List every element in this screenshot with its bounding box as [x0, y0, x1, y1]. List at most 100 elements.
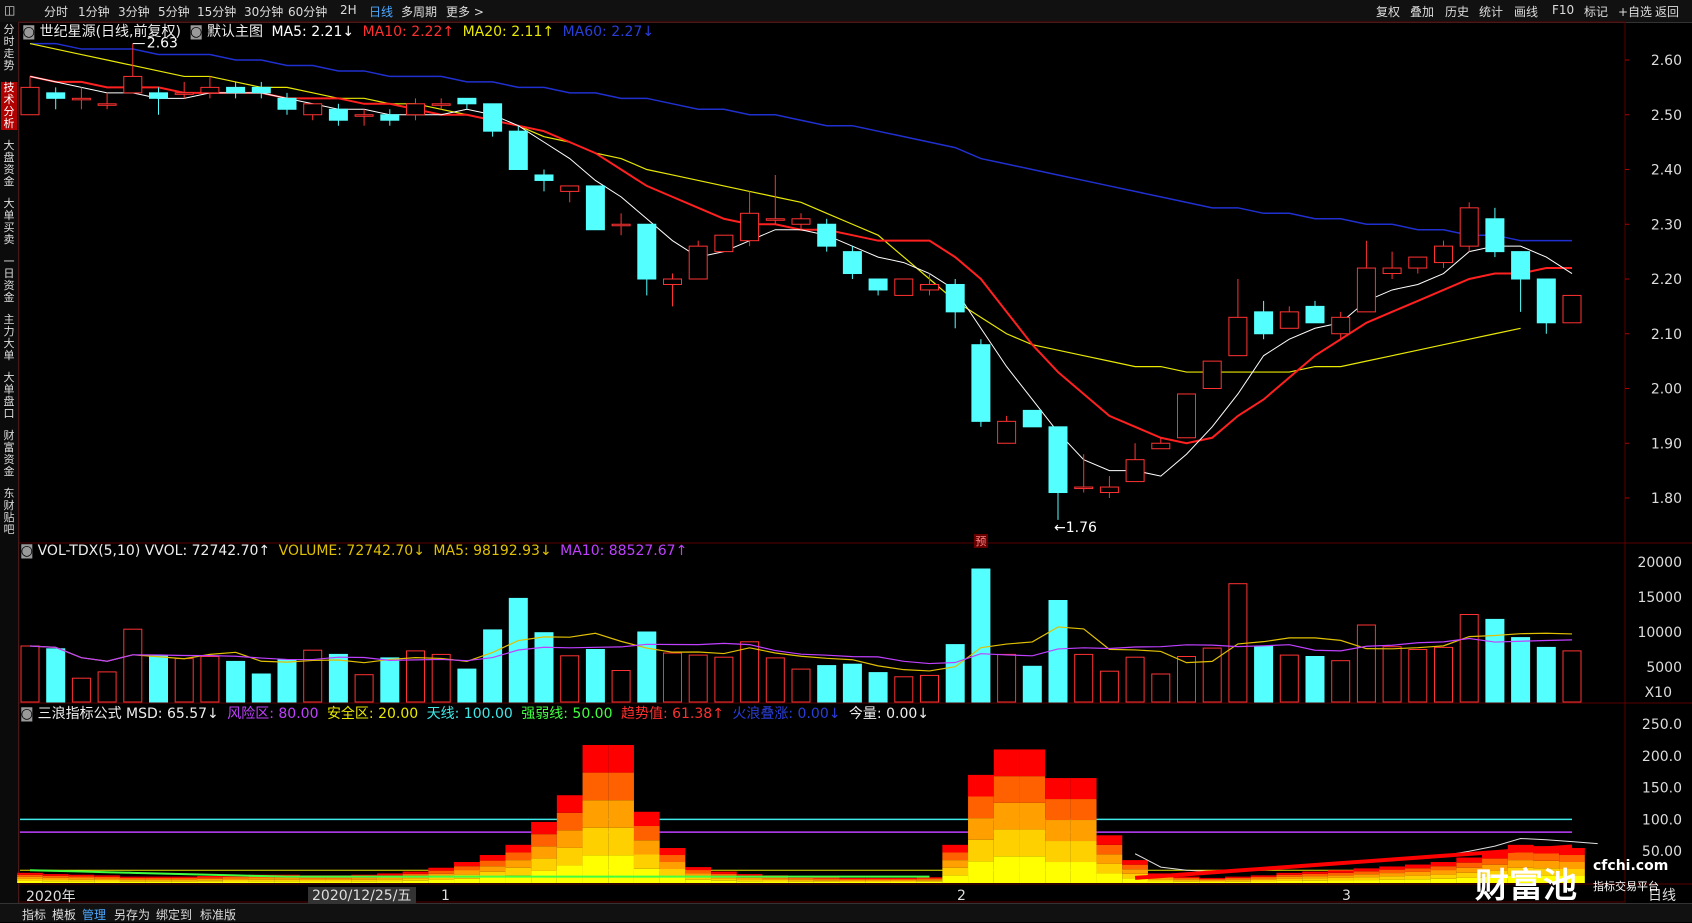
stock-name: 世纪星源(日线,前复权): [39, 24, 181, 40]
msd-bar-segment: [1147, 879, 1174, 882]
candle-up: [71, 97, 91, 101]
msd-bar-segment: [788, 879, 814, 881]
low-price-label: ←1.76: [1054, 520, 1097, 536]
msd-bar-segment: [402, 871, 429, 874]
legend-dot-icon[interactable]: ◙: [189, 24, 203, 40]
msd-bar-segment: [1404, 871, 1431, 876]
bottom-tab[interactable]: 标准版: [200, 906, 236, 923]
msd-bar-segment: [1225, 877, 1251, 880]
msd-bar-segment: [274, 881, 300, 883]
volume-bar-up: [1279, 654, 1299, 703]
volume-bar-up: [740, 641, 760, 703]
indicator-legend: ◙ 三浪指标公式 MSD: 65.57↓ 风险区: 80.00 安全区: 20.0…: [20, 703, 933, 723]
msd-bar-segment: [1276, 872, 1303, 875]
msd-bar-segment: [1225, 880, 1251, 882]
candle-up: [1074, 486, 1094, 490]
ma60-value: MA60: 2.27↓: [562, 24, 655, 40]
legend-dot-icon[interactable]: ◙: [20, 706, 34, 722]
candle-down: [46, 92, 66, 99]
msd-bar-segment: [685, 867, 712, 871]
ind-tick-label: 200.0: [1642, 749, 1682, 765]
msd-bar-segment: [788, 877, 814, 880]
msd-bar-segment: [1250, 879, 1277, 882]
candle-up: [1151, 442, 1171, 450]
candle-down: [1305, 305, 1325, 324]
msd-bar-segment: [890, 880, 917, 882]
msd-bar-segment: [865, 881, 891, 883]
volume-bar-up: [1562, 650, 1582, 703]
volume-bar-down: [1022, 665, 1042, 703]
price-tick-label: 2.60: [1651, 53, 1682, 69]
msd-bar-segment: [402, 880, 429, 883]
msd-bar-segment: [1327, 877, 1354, 881]
candle-down: [149, 92, 168, 99]
msd-bar-segment: [1276, 880, 1303, 883]
msd-bar-segment: [145, 880, 172, 882]
msd-bar-segment: [1019, 749, 1046, 777]
msd-bar-segment: [1430, 862, 1457, 867]
msd-bar-segment: [582, 800, 609, 828]
msd-bar-segment: [942, 852, 969, 861]
msd-bar-segment: [531, 858, 557, 871]
legend-dot-icon[interactable]: ◙: [20, 543, 34, 559]
volume-bar-up: [920, 674, 939, 703]
bottom-tab[interactable]: 绑定到: [156, 906, 192, 923]
chart-canvas[interactable]: 2.60 2.50 2.40 2.30 2.20 2.10 2.00 1.90 1.80 2000…: [0, 0, 1692, 921]
legend-dot-icon[interactable]: ◙: [22, 24, 36, 40]
msd-bar-segment: [813, 879, 840, 881]
msd-bar-segment: [42, 879, 69, 882]
bottom-tab[interactable]: 另存为: [114, 906, 150, 923]
candle-up: [688, 245, 708, 280]
volume-bar-down: [251, 673, 271, 703]
price-tick-label: 1.90: [1651, 436, 1682, 452]
msd-bar-segment: [1173, 880, 1200, 882]
msd-bar-segment: [608, 800, 634, 828]
volume-bar-up: [1151, 673, 1171, 703]
candle-down: [1254, 311, 1274, 335]
candle-up: [791, 218, 811, 225]
msd-bar-segment: [1225, 881, 1251, 883]
msd-bar-segment: [171, 881, 198, 883]
msd-bar-segment: [351, 879, 377, 882]
msd-bar-segment: [1276, 878, 1303, 881]
bottom-tab[interactable]: 管理: [82, 906, 106, 923]
month-label: 3: [1342, 888, 1351, 904]
msd-bar-segment: [171, 876, 198, 878]
vol-tick-label: 10000: [1637, 625, 1682, 641]
msd-bar-segment: [633, 840, 660, 855]
msd-bar-segment: [865, 880, 891, 882]
msd-bar-segment: [993, 829, 1020, 857]
msd-bar-segment: [145, 879, 172, 881]
msd-bar-segment: [633, 811, 660, 827]
msd-bar-segment: [1199, 879, 1226, 881]
volume-bar-down: [483, 629, 503, 703]
msd-bar-segment: [17, 878, 43, 881]
msd-bar-segment: [1096, 835, 1123, 845]
month-label: 1: [441, 888, 450, 904]
msd-bar-segment: [1122, 864, 1148, 870]
ma10-value: MA10: 2.22↑: [362, 24, 455, 40]
msd-bar-segment: [17, 872, 43, 875]
candle-down: [842, 251, 862, 275]
msd-bar-segment: [762, 878, 789, 880]
msd-bar-segment: [1045, 841, 1071, 863]
volume-bar-up: [123, 628, 143, 703]
msd-bar-segment: [1302, 880, 1328, 883]
msd-bar-segment: [1353, 877, 1380, 881]
volume-bar-down: [637, 631, 657, 703]
msd-bar-segment: [197, 878, 223, 881]
msd-bar-segment: [454, 866, 480, 871]
volume-bar-up: [1382, 646, 1402, 703]
bottom-tab[interactable]: 指标: [22, 906, 46, 923]
msd-bar-segment: [968, 839, 994, 862]
msd-bar-segment: [119, 881, 146, 883]
candle-up: [431, 103, 451, 106]
vol-ma10-line: [29, 637, 1573, 665]
msd-bar-segment: [1070, 820, 1097, 842]
ma5-line: [29, 75, 1573, 477]
msd-bar-segment: [1225, 879, 1251, 881]
bottom-tab[interactable]: 模板: [52, 906, 76, 923]
msd-bar-segment: [711, 880, 737, 883]
price-tick-label: 2.10: [1651, 327, 1682, 343]
volume-bar-up: [431, 653, 451, 703]
